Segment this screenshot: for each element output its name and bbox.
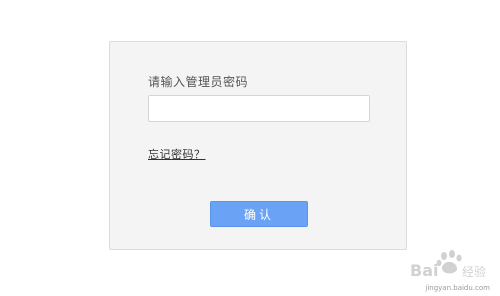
watermark-url: jingyan.baidu.com — [425, 284, 490, 292]
password-prompt-label: 请输入管理员密码 — [148, 75, 249, 89]
confirm-button[interactable]: 确认 — [210, 201, 308, 227]
forgot-password-link[interactable]: 忘记密码？ — [148, 146, 206, 162]
page: 请输入管理员密码 忘记密码？ 确认 Bai 经验 jingyan.baidu.c… — [0, 0, 500, 296]
login-card: 请输入管理员密码 忘记密码？ 确认 — [109, 41, 407, 250]
svg-text:Bai: Bai — [410, 261, 438, 280]
svg-text:经验: 经验 — [462, 264, 486, 279]
password-input[interactable] — [148, 95, 370, 122]
